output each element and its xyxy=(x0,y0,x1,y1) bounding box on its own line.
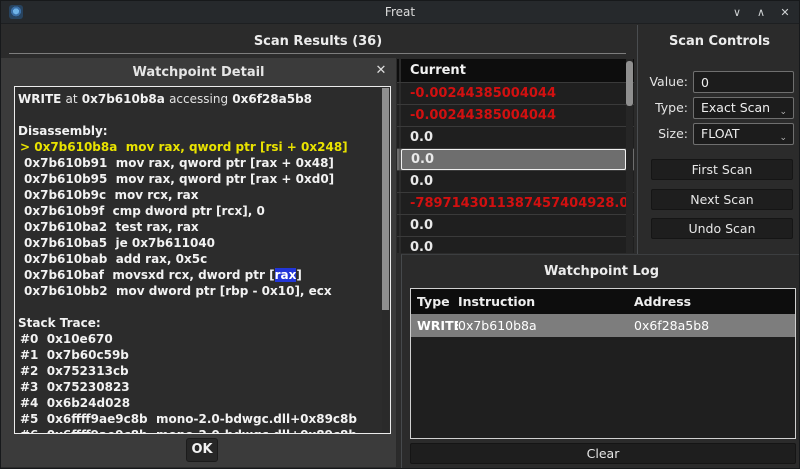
scan-controls-panel: Scan Controls Value: Type: Exact Scan ⌄ … xyxy=(638,25,800,254)
log-instruction: 0x7b610b8a xyxy=(458,314,634,337)
titlebar: Freat ∨ ∧ ✕ xyxy=(1,1,799,24)
undo-scan-button[interactable]: Undo Scan xyxy=(651,218,793,239)
scan-result-row[interactable]: -0.00244385004044 xyxy=(396,105,634,127)
disassembly-line: 0x7b610ba2 test rax, rax xyxy=(18,219,378,235)
watchpoint-log-table[interactable]: Type Instruction Address WRITE0x7b610b8a… xyxy=(410,288,796,439)
disassembly-line: 0x7b610bb2 mov dword ptr [rbp - 0x10], e… xyxy=(18,283,378,299)
value-label: Value: xyxy=(638,74,688,89)
stack-frame: #0 0x10e670 xyxy=(18,331,378,347)
watchpoint-detail-dialog: Watchpoint Detail ✕ WRITE at 0x7b610b8a … xyxy=(1,58,397,467)
scan-results-title: Scan Results (36) xyxy=(1,34,635,49)
scan-result-value: 0.0 xyxy=(401,149,626,170)
log-rows: WRITE0x7b610b8a0x6f28a5b8 xyxy=(411,314,795,337)
detail-scrollbar[interactable] xyxy=(382,88,389,434)
close-icon[interactable]: ✕ xyxy=(777,5,793,21)
disassembly-line: 0x7b610baf movsxd rcx, dword ptr [rax] xyxy=(18,267,378,283)
size-dropdown[interactable]: FLOAT ⌄ xyxy=(693,123,794,145)
log-header-row: Type Instruction Address xyxy=(411,289,795,314)
stack-frame: #3 0x75230823 xyxy=(18,379,378,395)
size-label: Size: xyxy=(638,126,688,141)
close-icon[interactable]: ✕ xyxy=(372,62,390,80)
type-label: Type: xyxy=(638,100,688,115)
window-title: Freat xyxy=(1,5,799,19)
stack-frame: #4 0x6b24d028 xyxy=(18,395,378,411)
instruction-address: 0x7b610b8a xyxy=(82,92,165,106)
scan-results-header-row: Current xyxy=(396,59,634,83)
stack-frame: #1 0x7b60c59b xyxy=(18,347,378,363)
value-input[interactable] xyxy=(693,71,794,93)
scan-results-rows: -0.00244385004044-0.002443850040440.00.0… xyxy=(396,83,634,253)
chevron-down-icon: ⌄ xyxy=(779,128,787,148)
value-row: Value: xyxy=(638,71,800,93)
scan-result-row[interactable]: 0.0 xyxy=(396,149,634,171)
chevron-down-icon: ⌄ xyxy=(779,102,787,122)
stack-trace-heading: Stack Trace: xyxy=(18,315,378,331)
summary-accessing: accessing xyxy=(169,92,228,106)
scan-result-row[interactable]: 0.0 xyxy=(396,127,634,149)
scan-result-value: 0.0 xyxy=(401,171,626,192)
next-scan-button[interactable]: Next Scan xyxy=(651,189,793,210)
type-row: Type: Exact Scan ⌄ xyxy=(638,97,800,119)
disassembly-heading: Disassembly: xyxy=(18,123,378,139)
scan-result-row[interactable]: -7897143011387457404928.0 xyxy=(396,193,634,215)
stack-frame: #6 0x6ffff9ae9c8b mono-2.0-bdwgc.dll+0x8… xyxy=(18,427,378,434)
watchpoint-detail-text[interactable]: WRITE at 0x7b610b8a accessing 0x6f28a5b8… xyxy=(14,86,391,434)
scan-result-value: 0.0 xyxy=(401,215,626,236)
size-dropdown-value: FLOAT xyxy=(701,126,740,141)
results-scrollbar-thumb[interactable] xyxy=(626,61,633,106)
stack-frame: #2 0x752313cb xyxy=(18,363,378,379)
app-window: Freat ∨ ∧ ✕ Scan Results (36) Current -0… xyxy=(0,0,800,469)
maximize-icon[interactable]: ∧ xyxy=(753,5,769,21)
window-controls: ∨ ∧ ✕ xyxy=(729,1,793,24)
log-col-address: Address xyxy=(634,289,795,314)
scan-result-value: -7897143011387457404928.0 xyxy=(401,193,626,214)
clear-button[interactable]: Clear xyxy=(410,443,796,464)
first-scan-button[interactable]: First Scan xyxy=(651,159,793,180)
scan-result-row[interactable]: 0.0 xyxy=(396,171,634,193)
scan-result-row[interactable]: -0.00244385004044 xyxy=(396,83,634,105)
log-col-type: Type xyxy=(417,289,458,314)
blank-line xyxy=(18,299,378,315)
scan-results-separator xyxy=(9,53,626,54)
scan-result-value: 0.0 xyxy=(401,127,626,148)
target-address: 0x6f28a5b8 xyxy=(232,92,312,106)
disassembly-line: > 0x7b610b8a mov rax, qword ptr [rsi + 0… xyxy=(18,139,378,155)
disassembly-line: 0x7b610b9f cmp dword ptr [rcx], 0 xyxy=(18,203,378,219)
current-column-header: Current xyxy=(401,59,626,82)
highlighted-register: rax xyxy=(275,268,297,282)
disassembly-line: 0x7b610b95 mov rax, qword ptr [rax + 0xd… xyxy=(18,171,378,187)
scan-result-value: -0.00244385004044 xyxy=(401,105,626,126)
disassembly-line: 0x7b610b91 mov rax, qword ptr [rax + 0x4… xyxy=(18,155,378,171)
log-col-instruction: Instruction xyxy=(458,289,634,314)
blank-line xyxy=(18,107,378,123)
watchpoint-detail-title: Watchpoint Detail xyxy=(1,65,396,80)
disassembly-listing: > 0x7b610b8a mov rax, qword ptr [rsi + 0… xyxy=(18,139,378,299)
log-type: WRITE xyxy=(417,314,458,337)
scan-result-row[interactable]: 0.0 xyxy=(396,237,634,253)
access-type: WRITE xyxy=(18,92,61,106)
type-dropdown-value: Exact Scan xyxy=(701,100,770,115)
watchpoint-summary: WRITE at 0x7b610b8a accessing 0x6f28a5b8 xyxy=(18,91,378,107)
watchpoint-log-title: Watchpoint Log xyxy=(402,264,800,279)
disassembly-line: 0x7b610ba5 je 0x7b611040 xyxy=(18,235,378,251)
summary-at: at xyxy=(66,92,78,106)
minimize-icon[interactable]: ∨ xyxy=(729,5,745,21)
ok-button[interactable]: OK xyxy=(186,438,218,462)
results-scrollbar[interactable] xyxy=(626,59,633,253)
detail-scrollbar-thumb[interactable] xyxy=(382,88,389,310)
type-dropdown[interactable]: Exact Scan ⌄ xyxy=(693,97,794,119)
stack-frame: #5 0x6ffff9ae9c8b mono-2.0-bdwgc.dll+0x8… xyxy=(18,411,378,427)
disassembly-line: 0x7b610bab add rax, 0x5c xyxy=(18,251,378,267)
scan-result-value: -0.00244385004044 xyxy=(401,83,626,104)
disassembly-line: 0x7b610b9c mov rcx, rax xyxy=(18,187,378,203)
scan-result-row[interactable]: 0.0 xyxy=(396,215,634,237)
watchpoint-log-row[interactable]: WRITE0x7b610b8a0x6f28a5b8 xyxy=(411,314,795,337)
log-address: 0x6f28a5b8 xyxy=(634,314,795,337)
scan-result-value: 0.0 xyxy=(401,237,626,253)
watchpoint-log-panel: Watchpoint Log Type Instruction Address … xyxy=(401,254,800,469)
stack-trace-listing: #0 0x10e670#1 0x7b60c59b#2 0x752313cb#3 … xyxy=(18,331,378,434)
size-row: Size: FLOAT ⌄ xyxy=(638,123,800,145)
scan-results-table[interactable]: Current -0.00244385004044-0.002443850040… xyxy=(396,59,634,253)
scan-controls-title: Scan Controls xyxy=(638,34,800,49)
